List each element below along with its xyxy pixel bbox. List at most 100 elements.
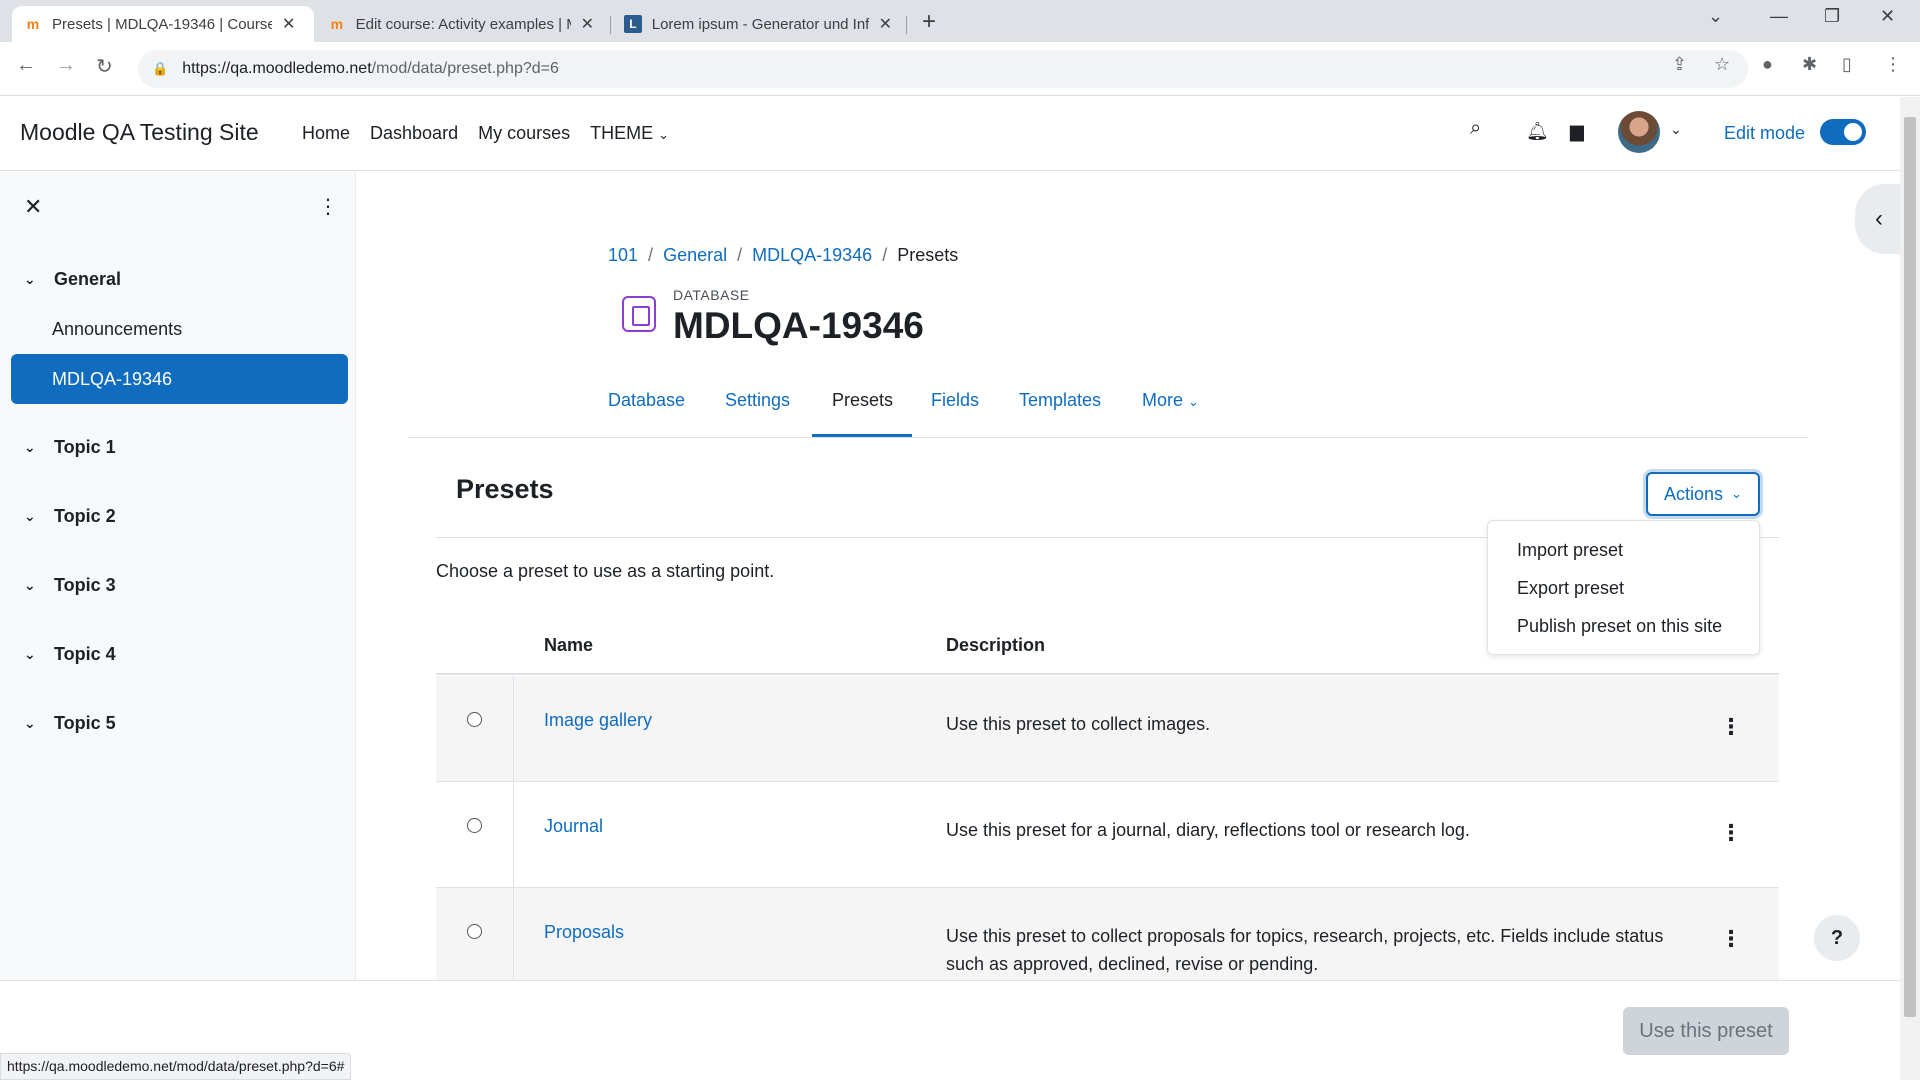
chevron-down-icon[interactable]: ⌄ <box>24 271 38 288</box>
section-topic-5[interactable]: ⌄ Topic 5 <box>24 713 116 734</box>
close-window-icon[interactable]: ✕ <box>1880 6 1895 27</box>
browser-tabstrip: m Presets | MDLQA-19346 | Course ✕ m Edi… <box>0 0 1920 42</box>
minimize-icon[interactable]: — <box>1770 6 1788 27</box>
scrollbar-thumb[interactable] <box>1904 117 1916 1017</box>
breadcrumb-course[interactable]: 101 <box>608 245 638 266</box>
breadcrumb-current: Presets <box>897 245 959 265</box>
menu-item-import-preset[interactable]: Import preset <box>1517 540 1623 561</box>
activity-mdlqa-19346-active[interactable]: MDLQA-19346 <box>11 354 348 404</box>
user-menu[interactable] <box>1618 111 1660 153</box>
browser-menu-icon[interactable]: ⋮ <box>1884 54 1902 75</box>
breadcrumb-activity[interactable]: MDLQA-19346 <box>752 245 872 266</box>
bookmark-star-icon[interactable]: ☆ <box>1714 54 1730 75</box>
preset-description: Use this preset to collect proposals for… <box>946 926 1664 974</box>
help-button[interactable]: ? <box>1814 915 1860 961</box>
side-panel-icon[interactable]: ▯ <box>1842 54 1852 75</box>
section-topic-3[interactable]: ⌄ Topic 3 <box>24 575 116 596</box>
edit-mode-toggle[interactable] <box>1820 119 1866 145</box>
browser-tab-title: Lorem ipsum - Generator und Inf <box>651 15 869 33</box>
table-row: Image gallery Use this preset to collect… <box>436 676 1779 782</box>
chevron-left-icon: ‹ <box>1875 205 1883 232</box>
breadcrumb-separator: / <box>737 245 743 265</box>
row-actions-kebab-icon[interactable]: ⋮ <box>1720 820 1742 846</box>
extension-avatar-icon[interactable]: ● <box>1762 54 1773 75</box>
section-topic-1[interactable]: ⌄ Topic 1 <box>24 437 116 458</box>
section-title: Topic 4 <box>54 644 116 664</box>
tab-search-chevron-icon[interactable]: ⌄ <box>1708 6 1723 27</box>
page-scrollbar[interactable] <box>1900 97 1920 1080</box>
presets-heading: Presets <box>456 474 554 504</box>
chevron-down-icon: ⌄ <box>1731 486 1742 501</box>
browser-status-url: https://qa.moodledemo.net/mod/data/prese… <box>0 1053 352 1080</box>
chevron-down-icon: ⌄ <box>658 127 670 142</box>
tab-more-label: More <box>1142 390 1184 410</box>
nav-home[interactable]: Home <box>302 123 350 144</box>
section-general[interactable]: ⌄ General <box>24 269 121 290</box>
tab-divider <box>610 16 611 34</box>
reload-icon[interactable]: ↻ <box>96 54 113 79</box>
actions-menu: Import preset Export preset Publish pres… <box>1487 520 1760 655</box>
nav-theme[interactable]: THEME ⌄ <box>590 123 669 144</box>
preset-name-link[interactable]: Proposals <box>544 922 624 943</box>
preset-name-link[interactable]: Journal <box>544 816 603 837</box>
new-tab-icon[interactable]: + <box>922 8 936 36</box>
actions-label: Actions <box>1664 483 1724 504</box>
breadcrumb-section[interactable]: General <box>663 245 727 266</box>
site-brand[interactable]: Moodle QA Testing Site <box>20 119 259 146</box>
row-actions-kebab-icon[interactable]: ⋮ <box>1720 714 1742 740</box>
address-bar[interactable]: 🔒 https://qa.moodledemo.net/mod/data/pre… <box>138 50 1748 88</box>
chevron-down-icon[interactable]: ⌄ <box>24 508 38 525</box>
close-drawer-icon[interactable]: ✕ <box>24 194 42 220</box>
close-tab-icon[interactable]: ✕ <box>879 14 892 34</box>
menu-item-export-preset[interactable]: Export preset <box>1517 578 1624 599</box>
preset-description: Use this preset to collect images. <box>946 714 1211 734</box>
row-actions-kebab-icon[interactable]: ⋮ <box>1720 926 1742 952</box>
active-tab-indicator <box>812 434 912 437</box>
chevron-down-icon[interactable]: ⌄ <box>24 577 38 594</box>
actions-dropdown-button[interactable]: Actions ⌄ <box>1646 472 1760 516</box>
close-tab-icon[interactable]: ✕ <box>282 14 295 34</box>
preset-name-link[interactable]: Image gallery <box>544 710 652 731</box>
tab-presets[interactable]: Presets <box>832 390 893 411</box>
browser-tab-title: Presets | MDLQA-19346 | Course <box>52 15 272 33</box>
tab-templates[interactable]: Templates <box>1019 390 1101 411</box>
section-title: General <box>54 269 122 289</box>
moodle-navbar: Moodle QA Testing Site Home Dashboard My… <box>0 97 1900 171</box>
activity-announcements[interactable]: Announcements <box>52 319 182 340</box>
browser-tab-lorem[interactable]: L Lorem ipsum - Generator und Inf ✕ <box>612 6 904 42</box>
browser-tab-presets[interactable]: m Presets | MDLQA-19346 | Course ✕ <box>12 6 314 42</box>
column-divider <box>513 782 514 888</box>
chevron-down-icon[interactable]: ⌄ <box>24 646 38 663</box>
notifications-bell-icon[interactable]: 🔔︎ <box>1526 121 1549 142</box>
use-preset-button[interactable]: Use this preset <box>1623 1007 1789 1055</box>
chevron-down-icon[interactable]: ⌄ <box>24 439 38 456</box>
preset-radio[interactable] <box>467 712 482 727</box>
back-icon[interactable]: ← <box>16 54 36 77</box>
tab-database[interactable]: Database <box>608 390 685 411</box>
preset-radio[interactable] <box>467 818 482 833</box>
search-icon[interactable]: ⌕ <box>1470 117 1481 140</box>
extensions-puzzle-icon[interactable]: ✱ <box>1802 54 1817 75</box>
browser-tab-edit-course[interactable]: m Edit course: Activity examples | M ✕ <box>316 6 606 42</box>
restore-icon[interactable]: ❐ <box>1824 6 1840 27</box>
menu-item-publish-preset[interactable]: Publish preset on this site <box>1517 616 1722 637</box>
tab-more[interactable]: More ⌄ <box>1142 390 1199 411</box>
messages-icon[interactable]: ▆ <box>1570 121 1584 142</box>
section-topic-2[interactable]: ⌄ Topic 2 <box>24 506 116 527</box>
module-type-label: DATABASE <box>673 287 750 303</box>
drawer-menu-kebab-icon[interactable]: ⋮ <box>318 194 338 219</box>
lock-icon: 🔒 <box>152 61 169 76</box>
section-topic-4[interactable]: ⌄ Topic 4 <box>24 644 116 665</box>
tab-settings[interactable]: Settings <box>725 390 790 411</box>
forward-icon[interactable]: → <box>56 54 76 77</box>
user-menu-chevron-icon[interactable]: ⌄ <box>1670 121 1682 138</box>
column-header-description: Description <box>946 635 1046 655</box>
nav-dashboard[interactable]: Dashboard <box>370 123 458 144</box>
tab-divider <box>906 16 907 34</box>
share-icon[interactable]: ⇪ <box>1672 54 1687 75</box>
chevron-down-icon[interactable]: ⌄ <box>24 715 38 732</box>
preset-radio[interactable] <box>467 924 482 939</box>
tab-fields[interactable]: Fields <box>931 390 979 411</box>
close-tab-icon[interactable]: ✕ <box>581 14 594 34</box>
nav-my-courses[interactable]: My courses <box>478 123 570 144</box>
